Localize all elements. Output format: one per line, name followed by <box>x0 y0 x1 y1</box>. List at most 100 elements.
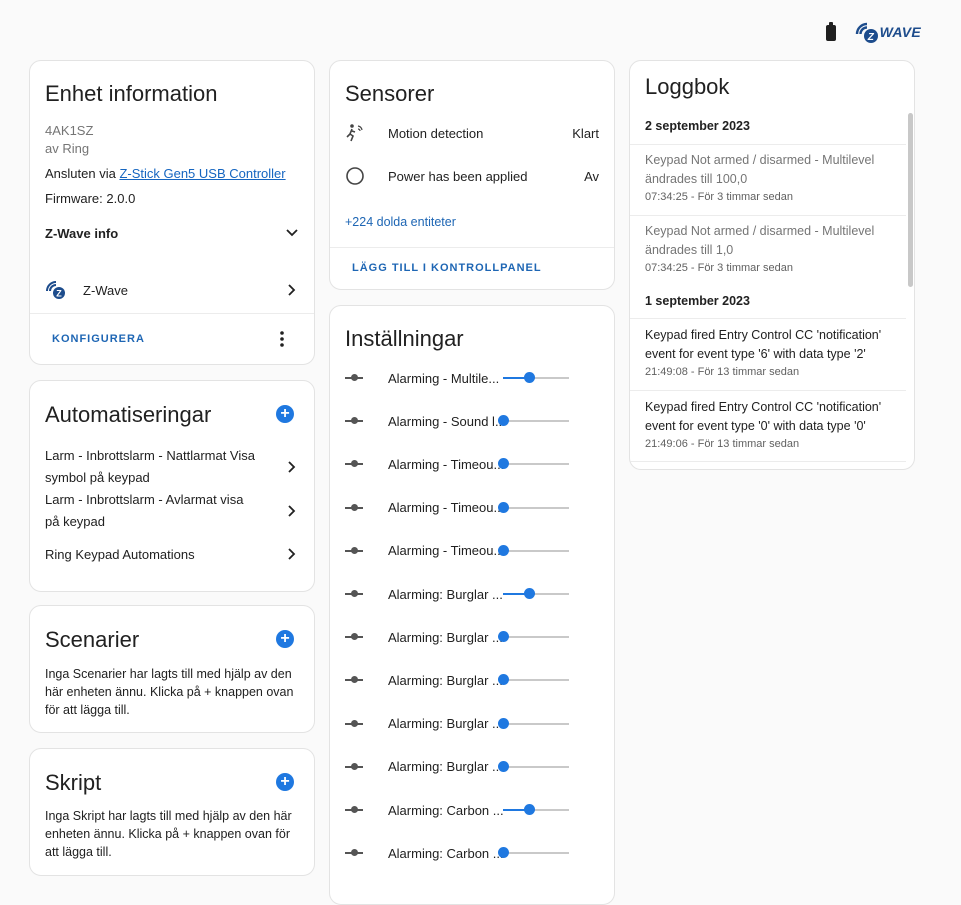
divider <box>630 215 906 216</box>
setting-name: Alarming: Carbon ... <box>388 802 503 818</box>
sensors-card: Sensorer Motion detection Klart Power ha… <box>329 60 615 290</box>
top-bar: Z WAVE <box>825 14 921 50</box>
sensors-title: Sensorer <box>345 81 435 106</box>
setting-name: Alarming: Burglar ... <box>388 759 503 775</box>
divider <box>630 318 906 319</box>
slider-knob[interactable] <box>498 458 509 470</box>
scenes-empty-text: Inga Scenarier har lagts till med hjälp … <box>45 667 294 717</box>
slider-knob[interactable] <box>524 588 536 599</box>
automation-item-label: Ring Keypad Automations <box>45 546 195 562</box>
slider-knob[interactable] <box>498 760 509 772</box>
setting-name: Alarming: Burglar ... <box>388 586 503 602</box>
divider <box>30 313 314 314</box>
battery-icon[interactable] <box>825 22 836 41</box>
hidden-entities-link[interactable]: +224 dolda entiteter <box>345 215 456 229</box>
sensor-row-motion[interactable]: Motion detection Klart <box>330 121 614 145</box>
setting-name: Alarming - Timeou... <box>388 456 503 472</box>
setting-slider[interactable] <box>503 371 569 385</box>
sensor-row-power[interactable]: Power has been applied Av <box>330 164 614 188</box>
setting-slider[interactable] <box>503 803 569 817</box>
sensor-state: Klart <box>572 125 599 141</box>
logbook-entry-time: 21:49:08 - För 13 timmar sedan <box>645 366 800 378</box>
setting-slider[interactable] <box>498 630 569 644</box>
logbook-entry-time: 07:34:25 - För 3 timmar sedan <box>645 262 793 274</box>
slider-knob[interactable] <box>498 415 509 427</box>
setting-row: Alarming - Multile... <box>330 366 614 390</box>
logbook-scrollbar[interactable] <box>908 113 913 287</box>
logbook-entry[interactable]: Keypad Not armed / disarmed - Multilevel… <box>645 151 896 203</box>
scripts-title: Skript <box>45 770 102 795</box>
zwave-logo-text: WAVE <box>879 24 921 40</box>
logbook-date: 1 september 2023 <box>645 294 750 308</box>
scripts-empty-text: Inga Skript har lagts till med hjälp av … <box>45 809 292 859</box>
chevron-right-icon <box>285 283 299 297</box>
connected-prefix: Ansluten via <box>45 166 120 181</box>
svg-text:Z: Z <box>866 32 874 43</box>
logbook-entry[interactable]: Keypad Not armed / disarmed - Multilevel… <box>645 222 896 274</box>
controller-link[interactable]: Z-Stick Gen5 USB Controller <box>119 166 285 181</box>
slider-track <box>503 679 569 682</box>
setting-slider[interactable] <box>498 501 569 515</box>
setting-row: Alarming: Burglar ... <box>330 625 614 649</box>
setting-name: Alarming - Timeou... <box>388 500 503 516</box>
tune-slider-icon <box>345 416 363 426</box>
slider-track <box>503 463 569 466</box>
setting-slider[interactable] <box>498 544 569 558</box>
tune-slider-icon <box>345 589 363 599</box>
slider-knob[interactable] <box>498 717 509 729</box>
chevron-down-icon <box>285 226 299 240</box>
setting-slider[interactable] <box>498 846 569 860</box>
add-automation-button[interactable]: + <box>276 405 294 423</box>
slider-knob[interactable] <box>524 804 536 815</box>
logbook-entry[interactable]: Keypad fired Entry Control CC 'notificat… <box>645 326 896 378</box>
slider-knob[interactable] <box>498 847 509 859</box>
sensor-name: Power has been applied <box>388 168 528 184</box>
setting-slider[interactable] <box>498 414 569 428</box>
tune-slider-icon <box>345 632 363 642</box>
setting-row: Alarming: Burglar ... <box>330 755 614 779</box>
logbook-entry[interactable]: Keypad fired Entry Control CC 'notificat… <box>645 398 896 450</box>
slider-knob[interactable] <box>498 544 509 556</box>
automation-item[interactable]: Larm - Inbrottslarm - Nattlarmat Visa sy… <box>30 445 314 489</box>
tune-slider-icon <box>345 848 363 858</box>
tune-slider-icon <box>345 719 363 729</box>
device-info-card: Enhet information 4AK1SZ av Ring Anslute… <box>29 60 315 365</box>
slider-track <box>503 722 569 725</box>
automation-item[interactable]: Larm - Inbrottslarm - Avlarmat visa på k… <box>30 489 314 533</box>
setting-slider[interactable] <box>498 717 569 731</box>
setting-slider[interactable] <box>498 457 569 471</box>
setting-slider[interactable] <box>503 587 569 601</box>
configure-button[interactable]: KONFIGURERA <box>52 333 272 345</box>
zwave-integration-row[interactable]: Z Z-Wave <box>30 276 314 304</box>
slider-track <box>503 852 569 855</box>
slider-track <box>503 765 569 768</box>
setting-row: Alarming - Sound l... <box>330 409 614 433</box>
logbook-entry-time: 21:49:06 - För 13 timmar sedan <box>645 438 800 450</box>
zwave-info-expander[interactable]: Z-Wave info <box>30 221 314 245</box>
add-script-button[interactable]: + <box>276 773 294 791</box>
zwave-info-label: Z-Wave info <box>45 225 119 241</box>
slider-knob[interactable] <box>524 372 536 383</box>
chevron-right-icon <box>285 547 299 561</box>
device-manufacturer: av Ring <box>45 141 90 156</box>
setting-slider[interactable] <box>498 673 569 687</box>
add-to-dashboard-button[interactable]: LÄGG TILL I KONTROLLPANEL <box>352 262 542 274</box>
device-info-title: Enhet information <box>45 81 218 106</box>
more-vert-icon[interactable] <box>272 331 292 347</box>
setting-slider[interactable] <box>498 760 569 774</box>
chevron-right-icon <box>285 460 299 474</box>
automation-item[interactable]: Ring Keypad Automations <box>30 543 314 565</box>
divider <box>630 461 906 462</box>
slider-knob[interactable] <box>498 674 509 686</box>
automations-title: Automatiseringar <box>45 402 212 427</box>
zwave-integration-label: Z-Wave <box>83 282 129 298</box>
device-connected-via: Ansluten via Z-Stick Gen5 USB Controller <box>45 166 286 181</box>
add-scene-button[interactable]: + <box>276 630 294 648</box>
setting-row: Alarming - Timeou... <box>330 452 614 476</box>
slider-track <box>503 549 569 552</box>
slider-knob[interactable] <box>498 501 509 513</box>
tune-slider-icon <box>345 373 363 383</box>
slider-knob[interactable] <box>498 631 509 643</box>
automation-item-label: Larm - Inbrottslarm - Avlarmat visa på k… <box>45 492 244 529</box>
tune-slider-icon <box>345 503 363 513</box>
